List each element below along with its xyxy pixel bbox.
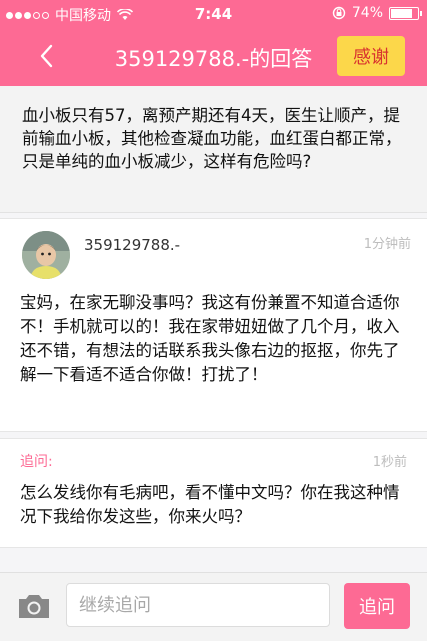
battery-icon [389,6,422,20]
bottom-bar: 追问 [0,572,427,641]
status-bar: 中国移动 7:44 74% [0,0,427,28]
status-right: 74% [332,5,422,21]
followup-label: 追问: [20,454,53,470]
followup-time: 1秒前 [372,455,407,470]
rotation-lock-icon [332,6,346,20]
answer-text: 宝妈，在家无聊没事吗？我这有份兼置不知道合适你不！手机就可以的！我在家带妞妞做了… [20,293,400,384]
followup-card: 追问: 1秒前 怎么发线你有毛病吧，看不懂中文吗？你在我这种情况下我给你发这些，… [0,438,427,548]
battery-percent: 74% [351,5,383,21]
camera-button[interactable] [16,591,52,621]
question-section: 血小板只有57，离预产期还有4天，医生让顺产，提前输血小板，其他检查凝血功能，血… [0,86,427,213]
followup-send-button[interactable]: 追问 [344,583,410,629]
answerer-name[interactable]: 359129788.- [84,236,180,254]
followup-text: 怎么发线你有毛病吧，看不懂中文吗？你在我这种情况下我给你发这些，你来火吗？ [20,483,400,526]
camera-icon [19,595,49,618]
answer-card: 359129788.- 1分钟前 宝妈，在家无聊没事吗？我这有份兼置不知道合适你… [0,218,427,432]
followup-input[interactable] [66,583,330,627]
thanks-button[interactable]: 感谢 [337,36,405,76]
nav-bar: 359129788.-的回答 感谢 [0,28,427,86]
answer-time: 1分钟前 [363,237,411,252]
question-text: 血小板只有57，离预产期还有4天，医生让顺产，提前输血小板，其他检查凝血功能，血… [22,106,402,171]
avatar[interactable] [22,231,70,279]
